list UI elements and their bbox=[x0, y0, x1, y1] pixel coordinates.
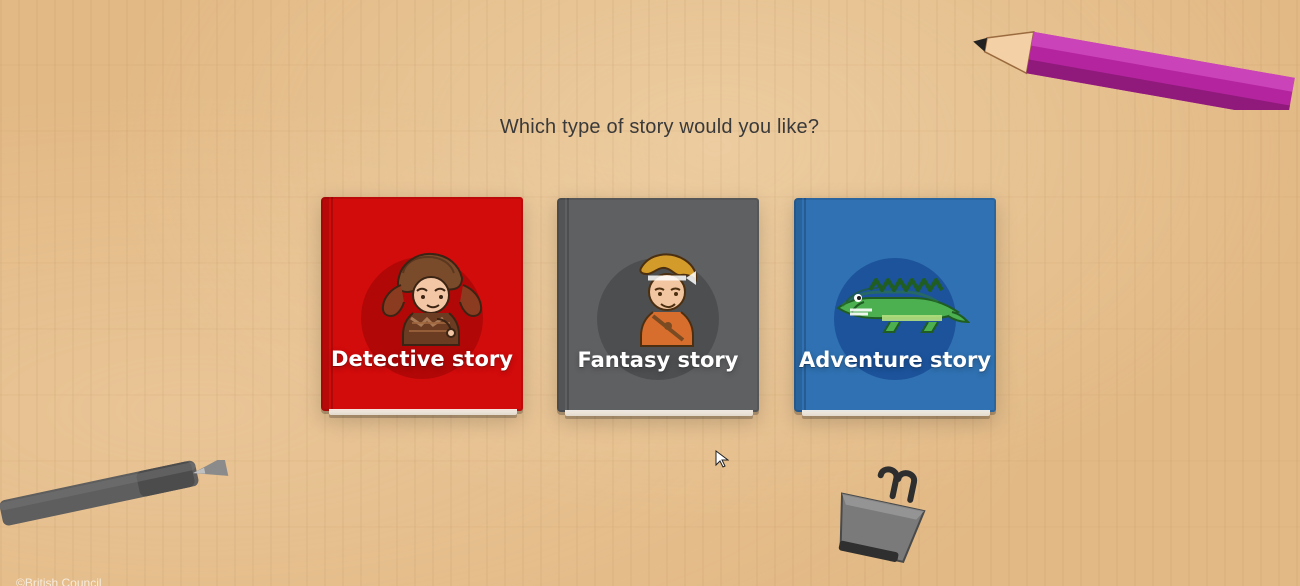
book-pages bbox=[802, 410, 990, 416]
question-title: Which type of story would you like? bbox=[499, 116, 820, 138]
book-spine bbox=[321, 197, 329, 411]
book-spine-line bbox=[804, 198, 806, 412]
book-spine-line bbox=[567, 198, 569, 412]
detective-story-book[interactable]: Detective story bbox=[321, 197, 523, 421]
adventure-story-book[interactable]: Adventure story bbox=[794, 198, 996, 422]
book-pages bbox=[565, 410, 753, 416]
book-cover: Adventure story bbox=[794, 198, 996, 412]
book-title: Adventure story bbox=[798, 348, 992, 372]
book-spine-line bbox=[331, 197, 333, 411]
book-spine bbox=[794, 198, 802, 412]
book-spine bbox=[557, 198, 565, 412]
book-title: Fantasy story bbox=[577, 348, 739, 372]
book-pages bbox=[329, 409, 517, 415]
fantasy-story-book[interactable]: Fantasy story bbox=[557, 198, 759, 422]
book-title: Detective story bbox=[331, 347, 513, 371]
copyright-text: ©British Council bbox=[16, 576, 102, 586]
binder-clip-icon bbox=[820, 462, 940, 572]
mouse-cursor-icon bbox=[715, 450, 730, 468]
book-cover: Detective story bbox=[321, 197, 523, 411]
pen-icon bbox=[0, 456, 240, 556]
pencil-icon bbox=[955, 18, 1300, 120]
book-cover: Fantasy story bbox=[557, 198, 759, 412]
